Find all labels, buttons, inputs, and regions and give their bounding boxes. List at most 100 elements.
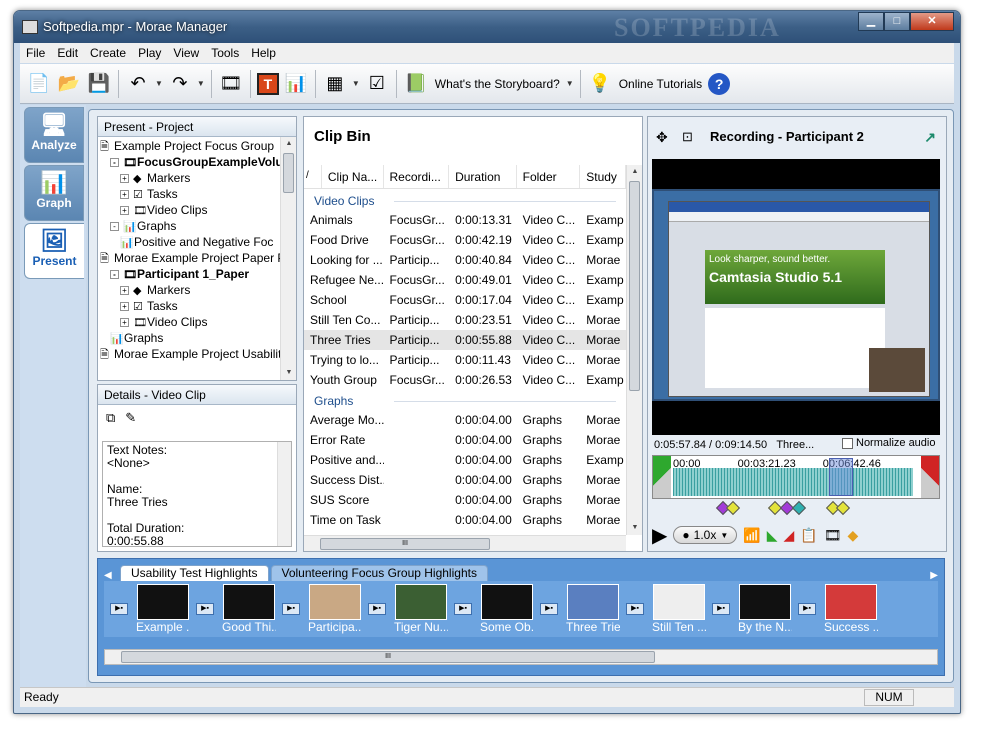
tree-item[interactable]: 📊Positive and Negative Foc [98,234,296,250]
storyboard-scrollbar[interactable]: III [104,649,938,665]
col-recording[interactable]: Recordi... [384,165,450,188]
set-out-point-icon[interactable]: ◢ [783,527,794,544]
clip-row[interactable]: Positive and... 0:00:04.00 Graphs Examp [304,450,626,470]
storyboard-item[interactable]: Still Ten ... [652,584,706,634]
clip-row[interactable]: School FocusGr... 0:00:17.04 Video C... Exam… [304,290,626,310]
copy-icon[interactable]: ⧉ [106,410,115,426]
scroll-up-arrow[interactable]: ▲ [627,165,642,179]
tab-volunteering-highlights[interactable]: Volunteering Focus Group Highlights [270,565,488,581]
clip-row[interactable]: Still Ten Co... Particip... 0:00:23.51 Vide… [304,310,626,330]
tree-item[interactable]: 🗎 Morae Example Project Paper Prot [98,250,296,266]
expand-toggle-icon[interactable]: + [120,302,129,312]
film-strip-icon[interactable]: 🎞 [824,527,842,544]
tree-item[interactable]: + 🎞Video Clips [98,202,296,218]
col-clip-name[interactable]: Clip Na... [322,165,384,188]
expand-toggle-icon[interactable]: - [110,158,119,168]
marker-teal[interactable] [791,500,807,516]
tab-scroll-right-icon[interactable]: ▶ [930,570,938,581]
transition-icon[interactable]: ▶▪ [454,603,472,615]
lightbulb-icon[interactable]: 💡 [587,71,613,97]
tree-item[interactable]: + 🎞Video Clips [98,314,296,330]
text-title-icon[interactable]: T [256,72,279,95]
clip-row[interactable]: Youth Group FocusGr... 0:00:26.53 Video C..… [304,370,626,390]
clip-row[interactable]: Success Dist... 0:00:04.00 Graphs Morae [304,470,626,490]
menu-file[interactable]: File [20,46,51,60]
clip-row[interactable]: Trying to lo... Particip... 0:00:11.43 Vide… [304,350,626,370]
storyboard-item[interactable]: Success ... [824,584,878,634]
tree-item[interactable]: + ◆ Markers [98,170,296,186]
tree-item[interactable]: - 📊Graphs [98,218,296,234]
save-icon[interactable]: 💾 [86,71,112,97]
expand-toggle-icon[interactable]: + [120,206,129,216]
tab-scroll-left-icon[interactable]: ◀ [104,570,118,581]
clip-row[interactable]: SUS Score 0:00:04.00 Graphs Morae [304,490,626,510]
clip-row[interactable]: Food Drive FocusGr... 0:00:42.19 Video C...… [304,230,626,250]
tree-item[interactable]: + ☑ Tasks [98,186,296,202]
expand-toggle-icon[interactable]: + [120,174,129,184]
storyboard-item[interactable]: Participa... [308,584,362,634]
storyboard-item[interactable]: Example ... [136,584,190,634]
transition-icon[interactable]: ▶▪ [540,603,558,615]
tab-usability-highlights[interactable]: Usability Test Highlights [120,565,269,581]
tree-item[interactable]: 🗎 Morae Example Project Usability T [98,346,296,362]
help-icon[interactable]: ? [708,72,731,95]
new-file-icon[interactable]: 📄 [26,71,52,97]
checkbox-box[interactable] [842,437,853,449]
marker-yellow[interactable] [835,500,851,516]
export-video-icon[interactable]: 🎞 [218,71,244,97]
tree-item[interactable]: - 🎞FocusGroupExampleVolunt [98,154,296,170]
scroll-down-arrow[interactable]: ▼ [627,521,642,535]
group-header[interactable]: Graphs [304,390,626,410]
tree-item[interactable]: + ☑ Tasks [98,298,296,314]
tree-item[interactable]: - 🎞Participant 1_Paper [98,266,296,282]
transition-icon[interactable]: ▶▪ [368,603,386,615]
details-scrollbar[interactable] [277,442,291,546]
redo-icon[interactable]: ↷ [167,71,193,97]
menu-help[interactable]: Help [245,46,282,60]
online-tutorials-link[interactable]: Online Tutorials [619,77,702,91]
open-folder-icon[interactable]: 📂 [56,71,82,97]
menu-play[interactable]: Play [132,46,167,60]
col-folder[interactable]: Folder [517,165,581,188]
close-button[interactable]: ✕ [910,12,954,31]
expand-toggle-icon[interactable]: - [110,222,119,232]
clip-row[interactable]: Error Rate 0:00:04.00 Graphs Morae [304,430,626,450]
add-marker-icon[interactable]: ◆ [847,527,858,544]
expand-toggle-icon[interactable]: + [120,286,129,296]
scroll-thumb[interactable] [629,181,640,391]
title-bar[interactable]: Softpedia.mpr - Morae Manager SOFTPEDIA … [14,11,960,43]
storyboard-item[interactable]: Good Thi... [222,584,276,634]
tree-item[interactable]: 📊Graphs [98,330,296,346]
video-viewport[interactable]: Look sharper, sound better. Camtasia Stu… [652,159,940,435]
normalize-audio-checkbox[interactable]: Normalize audio [842,437,935,449]
speed-dropdown[interactable]: ● 1.0x ▼ [673,526,738,544]
clip-bin-hscrollbar[interactable]: III [304,535,626,551]
undo-icon[interactable]: ↶ [125,71,151,97]
project-scrollbar[interactable]: ▲ ▼ [280,137,296,380]
col-duration[interactable]: Duration [449,165,517,188]
transition-icon[interactable]: ▶▪ [712,603,730,615]
hscroll-thumb[interactable]: III [121,651,655,663]
move-icon[interactable]: ✥ [656,129,668,146]
tree-item[interactable]: + ◆ Markers [98,282,296,298]
timeline[interactable]: 00:00 00:03:21.23 00:06:42.46 [652,455,940,499]
volume-icon[interactable]: 📶 [743,527,760,544]
group-header[interactable]: Video Clips [304,190,626,210]
minimize-button[interactable]: ▁ [858,12,884,31]
menu-edit[interactable]: Edit [51,46,84,60]
storyboard-item[interactable]: Some Ob... [480,584,534,634]
hscroll-thumb[interactable]: III [320,538,490,550]
scroll-down-arrow[interactable]: ▼ [281,366,296,380]
menu-tools[interactable]: Tools [205,46,245,60]
tab-graph[interactable]: 📊 Graph [24,165,84,221]
storyboard-book-icon[interactable]: 📗 [403,71,429,97]
details-text[interactable]: Text Notes: <None> Name: Three Tries Total D… [102,441,292,548]
screen-capture-icon[interactable]: ⊡ [682,129,693,145]
undo-dropdown-icon[interactable]: ▼ [155,79,163,88]
clip-row[interactable]: Animals FocusGr... 0:00:13.31 Video C... Exa… [304,210,626,230]
marker-yellow[interactable] [725,500,741,516]
play-icon[interactable]: ▶ [652,523,667,548]
tab-present[interactable]: 🖼 Present [24,223,84,279]
layout-dropdown-icon[interactable]: ▼ [352,79,360,88]
scroll-thumb[interactable] [283,153,294,193]
